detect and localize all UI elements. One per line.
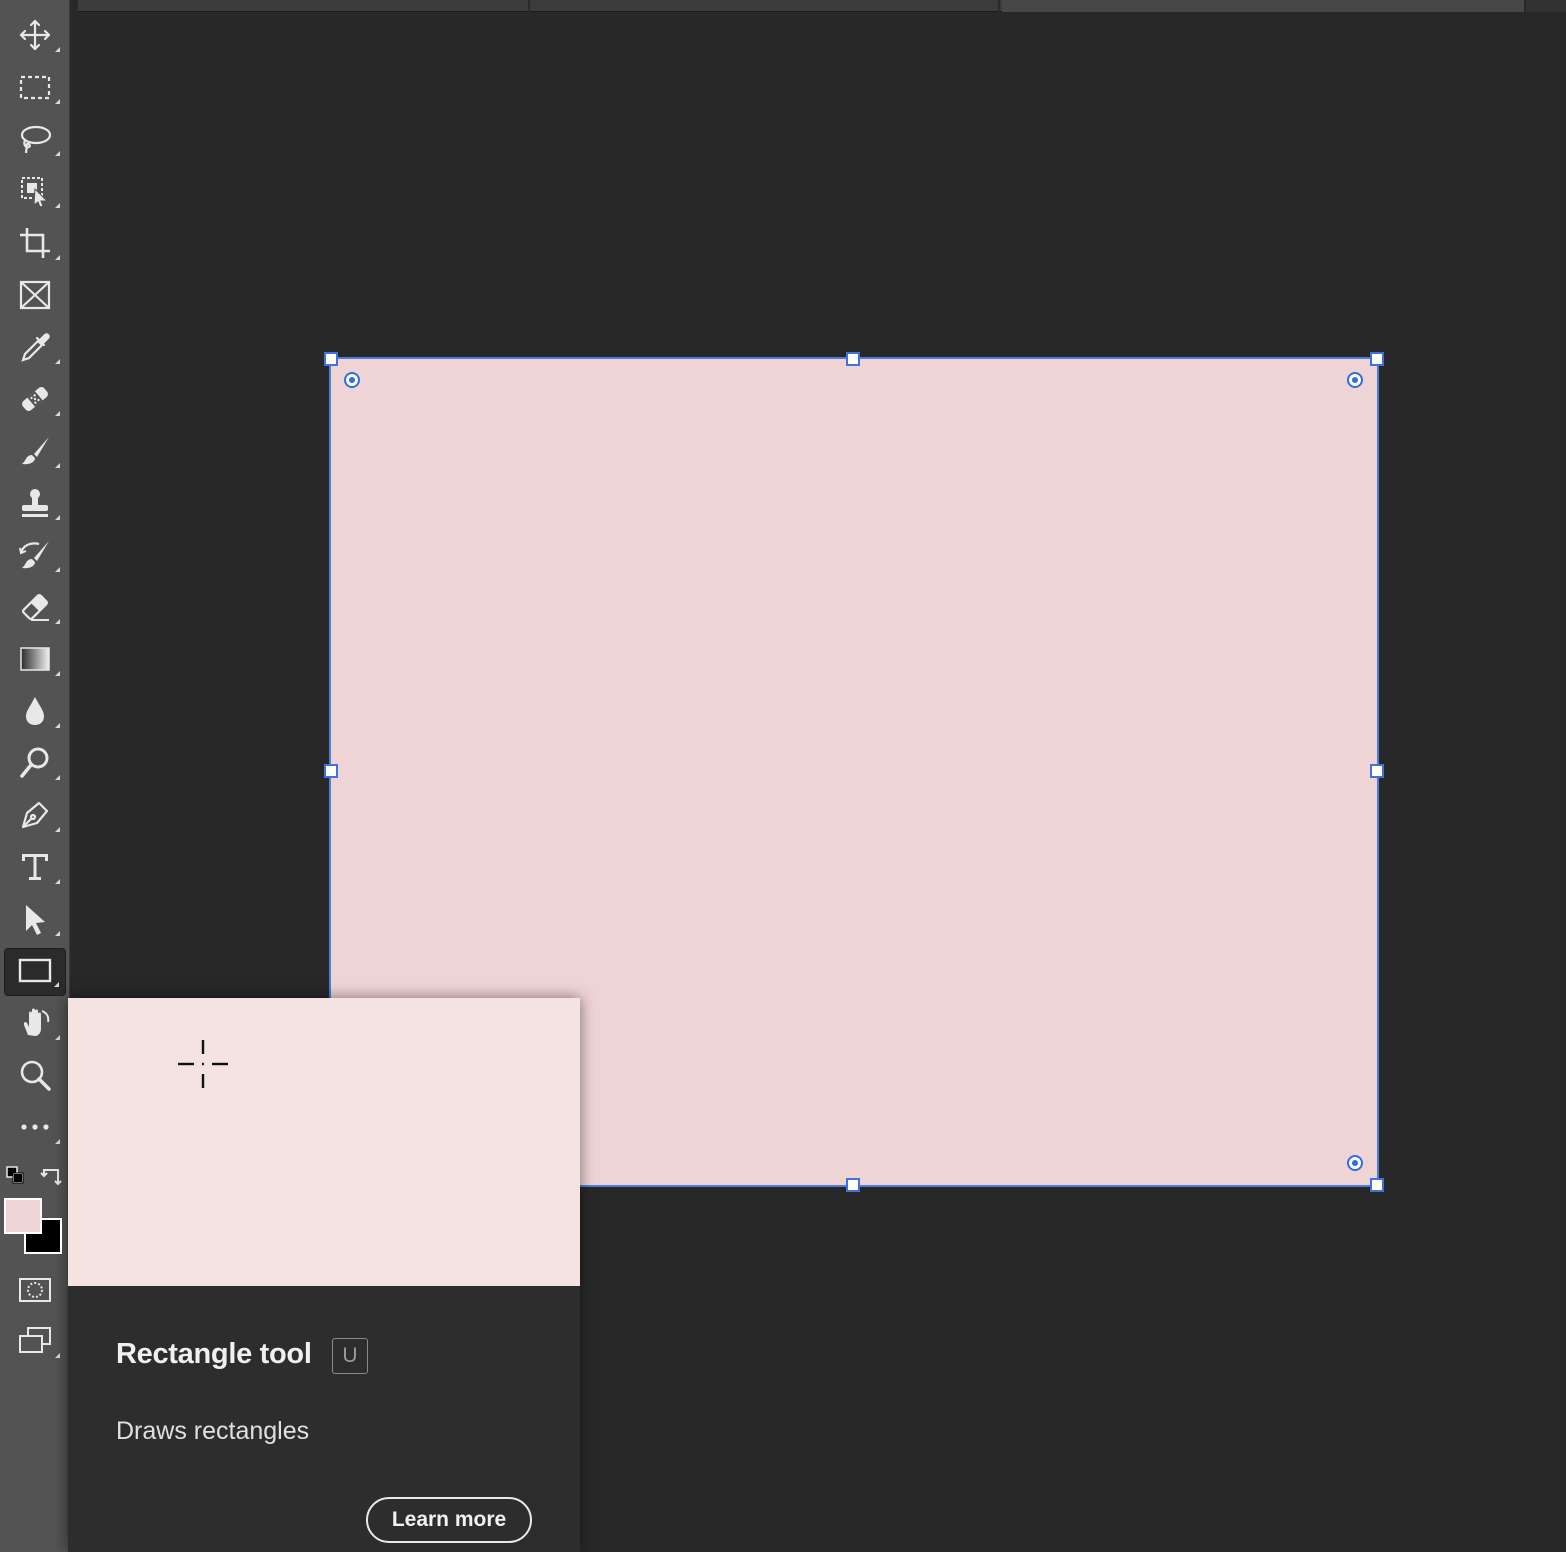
- learn-more-button[interactable]: Learn more: [366, 1497, 532, 1543]
- corner-radius-handle[interactable]: [1347, 372, 1363, 388]
- rectangle-icon: [17, 952, 53, 993]
- photoshop-window: Rectangle tool U Draws rectangles Learn …: [0, 0, 1566, 1552]
- history-brush-tool[interactable]: [4, 534, 66, 580]
- rectangular-marquee-icon: [17, 69, 53, 110]
- type-tool[interactable]: [4, 846, 66, 892]
- tooltip-shortcut-badge: U: [332, 1338, 368, 1374]
- crop-icon: [17, 225, 53, 266]
- arrow-icon: [17, 901, 53, 942]
- gradient-tool[interactable]: [4, 638, 66, 684]
- lasso-tool[interactable]: [4, 118, 66, 164]
- eraser-tool[interactable]: [4, 586, 66, 632]
- document-tab-strip: [78, 0, 1524, 12]
- tooltip-preview: [68, 998, 580, 1286]
- drop-icon: [17, 693, 53, 734]
- zoom-icon: [17, 1057, 53, 1098]
- tools-panel: [0, 0, 70, 1552]
- move-icon: [17, 17, 53, 58]
- screen-mode-icon: [17, 1323, 53, 1364]
- tab-divider: [998, 0, 1000, 12]
- more-tools[interactable]: [4, 1106, 66, 1152]
- type-icon: [17, 849, 53, 890]
- dodge-icon: [17, 745, 53, 786]
- frame-tool[interactable]: [4, 274, 66, 320]
- quick-mask-icon: [17, 1271, 53, 1312]
- default-colors-icon: [4, 1166, 28, 1192]
- transform-handle-top[interactable]: [846, 352, 860, 366]
- corner-radius-handle[interactable]: [1347, 1155, 1363, 1171]
- transform-handle-left[interactable]: [324, 764, 338, 778]
- pen-tool[interactable]: [4, 794, 66, 840]
- eraser-icon: [17, 589, 53, 630]
- marquee-tool[interactable]: [4, 66, 66, 112]
- corner-radius-handle[interactable]: [344, 372, 360, 388]
- panel-strip: [1526, 0, 1566, 12]
- tooltip-title: Rectangle tool: [116, 1338, 312, 1370]
- transform-handle-top-right[interactable]: [1370, 352, 1384, 366]
- swap-colors-button[interactable]: [38, 1164, 64, 1188]
- hand-tool[interactable]: [4, 1002, 66, 1048]
- screen-mode-button[interactable]: [4, 1320, 66, 1366]
- rectangle-tool[interactable]: [4, 948, 66, 996]
- crosshair-cursor-icon: [176, 1038, 230, 1090]
- frame-icon: [17, 277, 53, 318]
- brush-icon: [17, 433, 53, 474]
- object-selection-icon: [17, 173, 53, 214]
- brush-tool[interactable]: [4, 430, 66, 476]
- tab-divider: [528, 0, 530, 12]
- zoom-tool[interactable]: [4, 1054, 66, 1100]
- eyedropper-tool[interactable]: [4, 326, 66, 372]
- transform-handle-right[interactable]: [1370, 764, 1384, 778]
- crop-tool[interactable]: [4, 222, 66, 268]
- transform-handle-top-left[interactable]: [324, 352, 338, 366]
- hand-icon: [17, 1005, 53, 1046]
- lasso-icon: [17, 121, 53, 162]
- swap-arrows-icon: [38, 1169, 64, 1192]
- transform-handle-bottom[interactable]: [846, 1178, 860, 1192]
- eyedropper-icon: [17, 329, 53, 370]
- blur-tool[interactable]: [4, 690, 66, 736]
- more-icon: [17, 1109, 53, 1150]
- bandage-icon: [17, 381, 53, 422]
- transform-handle-bottom-right[interactable]: [1370, 1178, 1384, 1192]
- history-brush-icon: [17, 537, 53, 578]
- tooltip-description: Draws rectangles: [116, 1417, 310, 1445]
- move-tool[interactable]: [4, 14, 66, 60]
- default-colors-button[interactable]: [4, 1164, 28, 1188]
- stamp-icon: [17, 485, 53, 526]
- quick-mask-button[interactable]: [4, 1268, 66, 1314]
- path-selection-tool[interactable]: [4, 898, 66, 944]
- clone-stamp-tool[interactable]: [4, 482, 66, 528]
- pen-icon: [17, 797, 53, 838]
- object-selection-tool[interactable]: [4, 170, 66, 216]
- tool-tooltip: Rectangle tool U Draws rectangles Learn …: [68, 998, 580, 1552]
- document-tab[interactable]: [1002, 0, 1524, 12]
- foreground-color-swatch[interactable]: [4, 1198, 42, 1234]
- healing-tool[interactable]: [4, 378, 66, 424]
- dodge-tool[interactable]: [4, 742, 66, 788]
- gradient-icon: [17, 641, 53, 682]
